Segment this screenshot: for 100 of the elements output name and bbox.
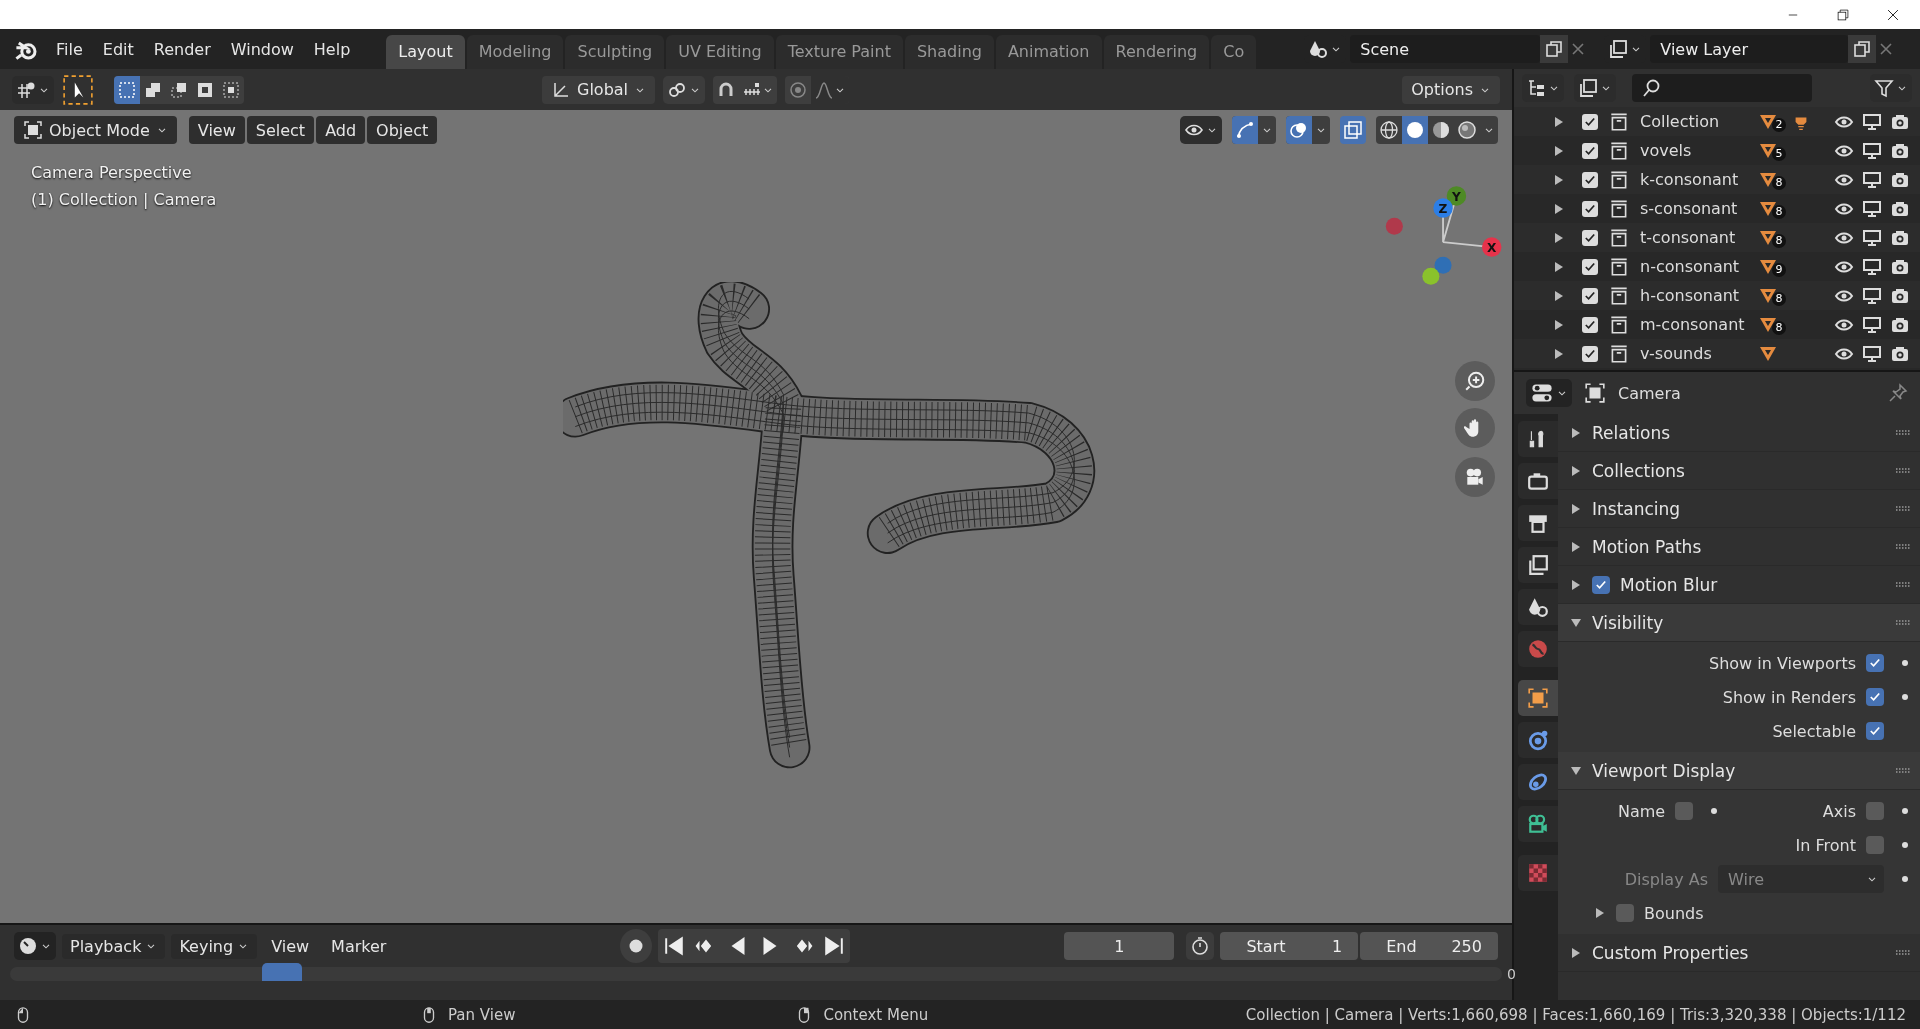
disclosure-triangle[interactable] — [1570, 764, 1582, 777]
navigation-gizmo[interactable] — [1385, 186, 1502, 285]
monitor-icon[interactable] — [1862, 343, 1882, 364]
camera-view-button[interactable] — [1455, 457, 1495, 497]
workspace-tab[interactable]: UV Editing — [666, 35, 774, 69]
link-icon[interactable] — [1527, 771, 1549, 793]
xray-icon[interactable] — [1343, 120, 1363, 140]
current-frame-field[interactable]: 1 — [1064, 932, 1175, 960]
pin-icon[interactable] — [1888, 383, 1908, 403]
collection-name[interactable]: m-consonant — [1640, 315, 1758, 334]
menu-item[interactable]: Window — [220, 33, 304, 65]
monitor-icon[interactable] — [1862, 285, 1882, 306]
grip-icon[interactable] — [1896, 543, 1910, 550]
menu-item[interactable]: Help — [303, 33, 361, 65]
properties-tab[interactable] — [1518, 463, 1558, 499]
overlays-icon[interactable] — [1289, 120, 1309, 140]
panel-header[interactable]: Viewport Display — [1558, 752, 1920, 790]
monitor-icon[interactable] — [1862, 140, 1882, 161]
grip-icon[interactable] — [1896, 581, 1910, 588]
properties-tab[interactable] — [1518, 505, 1558, 541]
collection-name[interactable]: Collection — [1640, 112, 1758, 131]
checkbox[interactable] — [1866, 654, 1884, 672]
timeline-menu[interactable]: View — [263, 933, 318, 959]
properties-tab[interactable] — [1518, 722, 1558, 758]
square-icon[interactable] — [1527, 687, 1549, 709]
collection-name[interactable]: vovels — [1640, 141, 1758, 160]
timeline-menu[interactable]: Playback — [62, 933, 166, 959]
proportional-icon[interactable] — [788, 79, 809, 100]
workspace-tab[interactable]: Animation — [995, 35, 1102, 69]
keyframe-dot[interactable] — [1902, 876, 1908, 882]
keyframe-dot[interactable] — [1902, 660, 1908, 666]
properties-tab[interactable] — [1518, 547, 1558, 583]
grip-icon[interactable] — [1896, 949, 1910, 956]
header-menu[interactable]: View — [188, 116, 245, 144]
view-layer-field[interactable]: View Layer — [1650, 35, 1849, 63]
workspace-tab[interactable]: Rendering — [1103, 35, 1210, 69]
checkbox[interactable] — [1582, 345, 1598, 362]
expand-arrow-icon[interactable] — [1554, 348, 1564, 359]
tree-icon[interactable] — [1526, 78, 1546, 98]
menu-item[interactable]: Edit — [92, 33, 144, 65]
panel-header[interactable]: Visibility — [1558, 604, 1920, 642]
grip-icon[interactable] — [1896, 767, 1910, 774]
properties-tab[interactable] — [1518, 806, 1558, 842]
workspace-tab[interactable]: Shading — [904, 35, 994, 69]
checkbox[interactable] — [1866, 802, 1884, 820]
timeline-menu[interactable]: Keying — [171, 933, 258, 959]
end-frame-field[interactable]: End 250 — [1360, 932, 1498, 960]
camera-back-icon[interactable] — [1527, 470, 1549, 492]
disclosure-triangle[interactable] — [1594, 907, 1606, 919]
collection-name[interactable]: v-sounds — [1640, 344, 1758, 363]
disclosure-triangle[interactable] — [1570, 946, 1582, 959]
checkbox[interactable] — [1582, 171, 1598, 188]
workspace-tab[interactable]: Texture Paint — [775, 35, 903, 69]
collection-name[interactable]: k-consonant — [1640, 170, 1758, 189]
zoom-button[interactable] — [1455, 361, 1495, 401]
images-icon[interactable] — [1527, 554, 1549, 576]
monitor-icon[interactable] — [1862, 256, 1882, 277]
checkbox[interactable] — [1866, 722, 1884, 740]
checkbox[interactable] — [1582, 229, 1598, 246]
keyframe-dot[interactable] — [1902, 694, 1908, 700]
menu-item[interactable]: Render — [143, 33, 221, 65]
keyframe-dot[interactable] — [1902, 842, 1908, 848]
expand-arrow-icon[interactable] — [1554, 203, 1564, 214]
monitor-icon[interactable] — [1862, 198, 1882, 219]
monitor-icon[interactable] — [1862, 111, 1882, 132]
checkbox[interactable] — [1866, 688, 1884, 706]
expand-arrow-icon[interactable] — [1554, 174, 1564, 185]
header-menu[interactable]: Select — [246, 116, 315, 144]
search-field[interactable] — [1632, 74, 1812, 102]
properties-tab[interactable] — [1518, 764, 1558, 800]
globe-icon[interactable] — [1527, 638, 1549, 660]
header-menu[interactable]: Add — [316, 116, 366, 144]
collection-name[interactable]: n-consonant — [1640, 257, 1758, 276]
checkbox[interactable] — [1582, 316, 1598, 333]
collection-name[interactable]: s-consonant — [1640, 199, 1758, 218]
gizmo-icon[interactable] — [1235, 120, 1255, 140]
pan-button[interactable] — [1455, 408, 1495, 448]
disclosure-triangle[interactable] — [1570, 578, 1582, 591]
expand-arrow-icon[interactable] — [1554, 319, 1564, 330]
checkbox[interactable] — [1616, 904, 1634, 922]
collection-name[interactable]: h-consonant — [1640, 286, 1758, 305]
expand-arrow-icon[interactable] — [1554, 116, 1564, 127]
checkbox[interactable] — [1866, 836, 1884, 854]
workspace-tab[interactable]: Sculpting — [565, 35, 665, 69]
options-dropdown[interactable]: Options — [1402, 75, 1500, 104]
clock-icon[interactable] — [18, 936, 38, 956]
timeline-menu[interactable]: Marker — [323, 933, 395, 959]
disclosure-triangle[interactable] — [1570, 502, 1582, 515]
stopwatch-icon[interactable] — [1190, 936, 1211, 956]
properties-tab[interactable] — [1518, 421, 1558, 457]
orientation-dropdown[interactable]: Global — [542, 75, 656, 104]
disclosure-triangle[interactable] — [1570, 540, 1582, 553]
monitor-icon[interactable] — [1862, 314, 1882, 335]
keyframe-dot[interactable] — [1711, 808, 1718, 814]
scene-field[interactable]: Scene — [1350, 35, 1541, 63]
workspace-tab[interactable]: Co — [1211, 35, 1257, 69]
expand-arrow-icon[interactable] — [1554, 261, 1564, 272]
menu-item[interactable]: File — [46, 33, 93, 65]
checker-icon[interactable] — [1527, 862, 1549, 884]
falloff-icon[interactable] — [814, 79, 835, 100]
